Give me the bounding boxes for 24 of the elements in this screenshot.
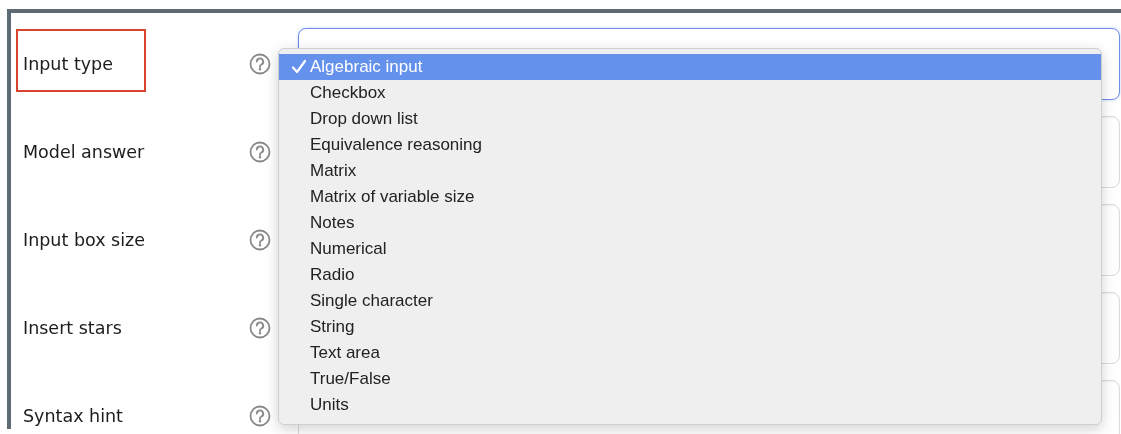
menu-option[interactable]: Units: [279, 392, 1101, 418]
menu-option[interactable]: Matrix of variable size: [279, 184, 1101, 210]
menu-option[interactable]: Numerical: [279, 236, 1101, 262]
field-label: Insert stars: [23, 318, 122, 338]
menu-option[interactable]: Single character: [279, 288, 1101, 314]
help-icon[interactable]: [249, 405, 271, 427]
checkmark-icon: [291, 59, 307, 75]
menu-option[interactable]: Radio: [279, 262, 1101, 288]
field-label: Syntax hint: [23, 406, 123, 426]
menu-option[interactable]: Text area: [279, 340, 1101, 366]
help-icon[interactable]: [249, 53, 271, 75]
menu-option[interactable]: Matrix: [279, 158, 1101, 184]
menu-option[interactable]: True/False: [279, 366, 1101, 392]
menu-option[interactable]: String: [279, 314, 1101, 340]
menu-option[interactable]: Checkbox: [279, 80, 1101, 106]
menu-option[interactable]: Notes: [279, 210, 1101, 236]
help-icon[interactable]: [249, 229, 271, 251]
help-icon[interactable]: [249, 141, 271, 163]
field-label: Input box size: [23, 230, 145, 250]
menu-option[interactable]: Drop down list: [279, 106, 1101, 132]
menu-option[interactable]: Equivalence reasoning: [279, 132, 1101, 158]
field-label: Input type: [23, 54, 113, 74]
field-label: Model answer: [23, 142, 145, 162]
help-icon[interactable]: [249, 317, 271, 339]
